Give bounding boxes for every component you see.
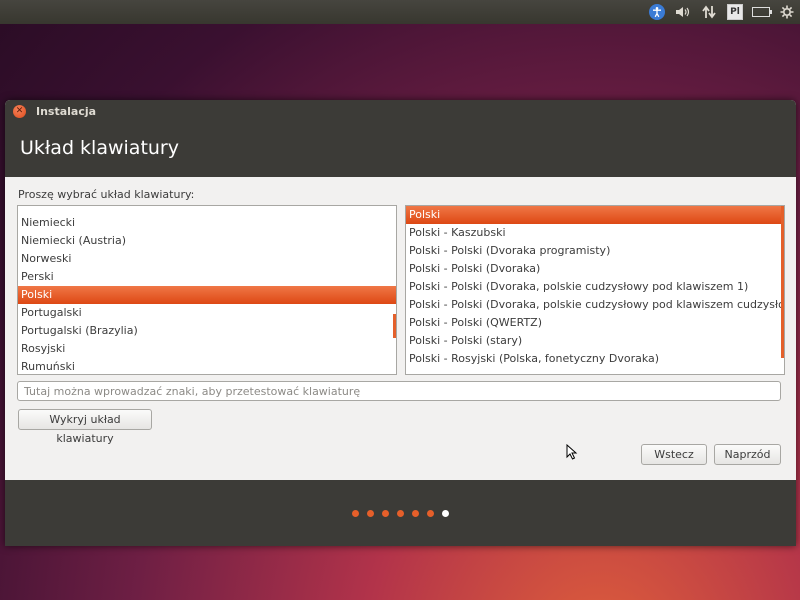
list-item[interactable]: Portugalski	[18, 304, 396, 322]
list-item[interactable]: Polski - Polski (Dvoraka programisty)	[406, 242, 784, 260]
window-title: Instalacja	[36, 104, 97, 118]
next-button[interactable]: Naprzód	[714, 444, 781, 465]
progress-step-dot	[412, 509, 419, 517]
mouse-cursor-icon	[566, 444, 578, 460]
accessibility-icon	[649, 4, 665, 20]
layout-list[interactable]: Niemiecki Niemiecki (Austria) Norweski Pers…	[17, 205, 397, 375]
gear-icon	[780, 5, 794, 19]
top-panel: Pl	[0, 0, 800, 24]
list-item[interactable]: Rosyjski	[18, 340, 396, 358]
list-item[interactable]: Perski	[18, 268, 396, 286]
list-item[interactable]	[406, 368, 784, 374]
progress-step-dot	[397, 509, 404, 517]
layout-list-scrollbar[interactable]	[393, 314, 396, 338]
list-item[interactable]	[18, 206, 396, 214]
list-item[interactable]: Polski	[18, 286, 396, 304]
list-item[interactable]: Polski	[406, 206, 784, 224]
installer-window: ✕ Instalacja Układ klawiatury Proszę wyb…	[5, 100, 796, 546]
list-item[interactable]: Polski - Kaszubski	[406, 224, 784, 242]
battery-menu[interactable]	[748, 0, 774, 24]
variant-list-scrollbar[interactable]	[781, 206, 784, 358]
list-item[interactable]: Niemiecki (Austria)	[18, 232, 396, 250]
detect-layout-button[interactable]: Wykryj układ klawiatury	[18, 409, 152, 445]
network-menu[interactable]	[696, 0, 722, 24]
volume-icon	[676, 7, 690, 17]
list-item[interactable]: Niemiecki	[18, 214, 396, 232]
list-item[interactable]: Portugalski (Brazylia)	[18, 322, 396, 340]
list-item[interactable]: Polski - Polski (Dvoraka, polskie cudzys…	[406, 278, 784, 296]
progress-step-dot	[352, 509, 359, 517]
keyboard-test-input[interactable]	[17, 381, 781, 401]
network-icon	[702, 5, 716, 19]
progress-step-dot	[442, 509, 449, 517]
close-icon[interactable]: ✕	[13, 104, 26, 118]
list-item[interactable]: Polski - Polski (Dvoraka)	[406, 260, 784, 278]
progress-footer	[5, 480, 796, 546]
system-menu[interactable]	[774, 0, 800, 24]
layout-prompt: Proszę wybrać układ klawiatury:	[18, 188, 195, 201]
back-button[interactable]: Wstecz	[641, 444, 707, 465]
variant-list[interactable]: Polski Polski - Kaszubski Polski - Polski …	[405, 205, 785, 375]
progress-step-dot	[367, 509, 374, 517]
list-item[interactable]: Rumuński	[18, 358, 396, 374]
title-bar: ✕ Instalacja	[5, 100, 796, 122]
list-item[interactable]: Polski - Polski (Dvoraka, polskie cudzys…	[406, 296, 784, 314]
list-item[interactable]: Polski - Polski (stary)	[406, 332, 784, 350]
accessibility-menu[interactable]	[644, 0, 670, 24]
keyboard-layout-icon: Pl	[727, 4, 743, 20]
list-item[interactable]: Polski - Rosyjski (Polska, fonetyczny Dv…	[406, 350, 784, 368]
keyboard-layout-menu[interactable]: Pl	[722, 0, 748, 24]
list-item[interactable]: Norweski	[18, 250, 396, 268]
page-header: Układ klawiatury	[5, 122, 796, 177]
list-item[interactable]: Polski - Polski (QWERTZ)	[406, 314, 784, 332]
volume-menu[interactable]	[670, 0, 696, 24]
page-title: Układ klawiatury	[20, 137, 179, 159]
progress-step-dot	[382, 509, 389, 517]
battery-icon	[752, 7, 772, 17]
progress-step-dot	[427, 509, 434, 517]
